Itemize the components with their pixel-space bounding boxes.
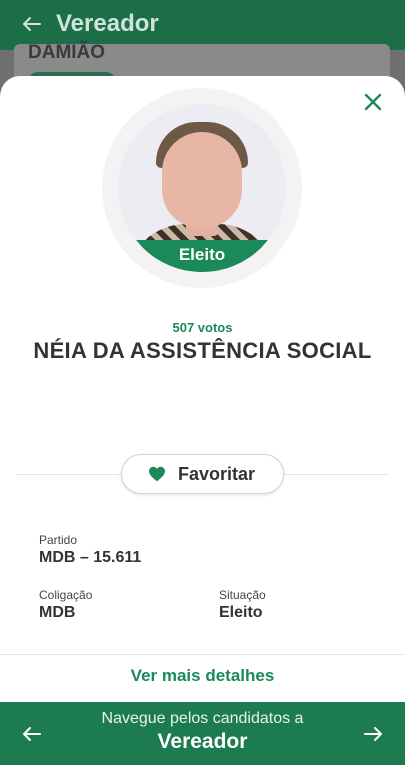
next-arrow-icon[interactable] [361,722,385,746]
more-details-link[interactable]: Ver mais detalhes [0,666,405,686]
navigate-role: Vereador [157,730,248,753]
coalition-value: MDB [39,604,76,621]
candidate-sheet: Eleito 507 votos NÉIA DA ASSISTÊNCIA SOC… [0,76,405,702]
page-title: Vereador [56,10,159,37]
back-arrow-icon[interactable] [20,12,44,36]
candidate-photo-frame: Eleito [102,88,302,288]
favorite-button[interactable]: Favoritar [121,454,284,494]
vote-count: 507 votos [172,320,233,335]
coalition-label: Coligação [39,588,93,602]
navigate-subtitle: Navegue pelos candidatos a [101,710,304,727]
status-label: Situação [219,588,266,602]
favorite-label: Favoritar [178,464,256,484]
party-value: MDB – 15.611 [39,549,142,566]
list-card-name: DAMIÃO [28,42,106,63]
heart-icon [149,466,165,482]
elected-badge: Eleito [118,240,286,272]
candidate-photo: Eleito [118,104,286,272]
status-value: Eleito [219,604,263,621]
close-icon[interactable] [361,90,385,114]
party-label: Partido [39,533,78,547]
candidate-name: NÉIA DA ASSISTÊNCIA SOCIAL [33,338,372,363]
bottom-navigation: Navegue pelos candidatos a Vereador [0,702,405,765]
divider [0,654,405,655]
